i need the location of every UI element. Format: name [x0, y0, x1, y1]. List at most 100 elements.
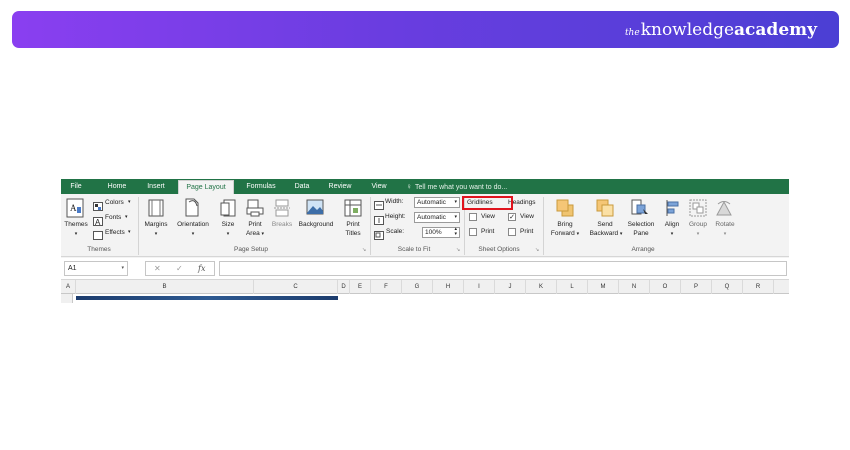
height-label: Height: [385, 213, 406, 220]
print-area-label-2[interactable]: Area ▾ [241, 230, 269, 238]
tab-review[interactable]: Review [323, 179, 357, 194]
gridlines-view-checkbox[interactable] [469, 213, 477, 221]
group-label-sheet-options: Sheet Options [478, 246, 520, 253]
colors-button[interactable]: Colors [105, 199, 124, 207]
height-select[interactable]: Automatic ▾ [414, 212, 460, 223]
size-icon[interactable] [220, 199, 236, 222]
column-header-f[interactable]: F [371, 280, 402, 294]
column-header-q[interactable]: Q [712, 280, 743, 294]
print-titles-icon[interactable] [344, 199, 362, 222]
size-dropdown-icon[interactable]: ▾ [217, 230, 239, 238]
rotate-button[interactable]: Rotate [711, 221, 739, 229]
scale-stepper[interactable]: 100% ▴ ▾ [422, 227, 460, 238]
column-header-l[interactable]: L [557, 280, 588, 294]
orientation-button[interactable]: Orientation [173, 221, 213, 229]
margins-button[interactable]: Margins [141, 221, 171, 229]
send-backward-label-2[interactable]: Backward ▾ [584, 230, 628, 238]
gridlines-print-label: Print [481, 228, 495, 235]
margins-icon[interactable] [148, 199, 164, 222]
headings-view-label: View [520, 213, 534, 220]
formula-input[interactable] [219, 261, 787, 276]
insert-function-icon[interactable]: fx [198, 262, 205, 275]
breaks-icon[interactable] [274, 199, 290, 222]
tab-home[interactable]: Home [99, 179, 135, 194]
height-select-value: Automatic [417, 214, 446, 221]
colors-dropdown-icon[interactable]: ▾ [128, 198, 131, 206]
bring-forward-label-1[interactable]: Bring [548, 221, 582, 229]
gridlines-print-checkbox[interactable] [469, 228, 477, 236]
column-header-i[interactable]: I [464, 280, 495, 294]
breaks-button[interactable]: Breaks [269, 221, 295, 229]
group-button[interactable]: Group [685, 221, 711, 229]
column-header-e[interactable]: E [350, 280, 371, 294]
name-box[interactable]: A1 ▾ [64, 261, 128, 276]
column-header-h[interactable]: H [433, 280, 464, 294]
print-area-icon[interactable] [246, 199, 264, 222]
align-button[interactable]: Align [660, 221, 684, 229]
tab-formulas[interactable]: Formulas [241, 179, 281, 194]
group-dropdown-icon[interactable]: ▾ [685, 230, 711, 238]
tell-me-search[interactable]: ♀ Tell me what you want to do... [406, 179, 507, 194]
themes-icon[interactable]: A [66, 198, 84, 223]
scale-stepper-value: 100% [425, 229, 442, 236]
bring-forward-icon[interactable] [556, 199, 574, 222]
rotate-dropdown-icon[interactable]: ▾ [711, 230, 739, 238]
margins-dropdown-icon[interactable]: ▾ [141, 230, 171, 238]
width-select[interactable]: Automatic ▾ [414, 197, 460, 208]
effects-dropdown-icon[interactable]: ▾ [128, 228, 131, 236]
column-header-k[interactable]: K [526, 280, 557, 294]
tab-page-layout[interactable]: Page Layout [178, 180, 234, 194]
column-header-o[interactable]: O [650, 280, 681, 294]
sheet-options-launcher-icon[interactable]: ↘ [535, 247, 539, 253]
effects-icon [93, 227, 103, 245]
align-icon[interactable] [665, 199, 681, 222]
scale-label: Scale: [386, 228, 405, 235]
scale-launcher-icon[interactable]: ↘ [456, 247, 460, 253]
column-header-a[interactable]: A [61, 280, 76, 294]
column-header-j[interactable]: J [495, 280, 526, 294]
headings-print-checkbox[interactable] [508, 228, 516, 236]
tab-file[interactable]: File [61, 179, 91, 194]
row-header[interactable] [61, 294, 73, 303]
ribbon-separator [370, 197, 371, 255]
tab-insert[interactable]: Insert [141, 179, 171, 194]
column-header-m[interactable]: M [588, 280, 619, 294]
column-header-d[interactable]: D [338, 280, 350, 294]
rotate-icon[interactable] [715, 199, 733, 222]
page-setup-launcher-icon[interactable]: ↘ [362, 247, 366, 253]
tab-data[interactable]: Data [289, 179, 315, 194]
effects-button[interactable]: Effects [105, 229, 125, 237]
fonts-button[interactable]: Fonts [105, 214, 121, 222]
orientation-dropdown-icon[interactable]: ▾ [173, 230, 213, 238]
headings-view-checkbox[interactable]: ✓ [508, 213, 516, 221]
themes-button-label[interactable]: Themes [62, 221, 90, 229]
column-header-p[interactable]: P [681, 280, 712, 294]
group-icon[interactable] [689, 199, 707, 222]
selection-pane-label-2[interactable]: Pane [623, 230, 659, 238]
embedded-image[interactable] [76, 296, 338, 300]
background-icon[interactable] [306, 199, 324, 220]
send-backward-label-1[interactable]: Send [588, 221, 622, 229]
column-header-n[interactable]: N [619, 280, 650, 294]
size-button[interactable]: Size [217, 221, 239, 229]
themes-dropdown-icon[interactable]: ▾ [62, 230, 90, 238]
print-titles-label-1[interactable]: Print [340, 221, 366, 229]
background-button[interactable]: Background [295, 221, 337, 229]
column-header-r[interactable]: R [743, 280, 774, 294]
column-header-g[interactable]: G [402, 280, 433, 294]
cancel-icon[interactable]: ✕ [154, 262, 161, 275]
print-area-label-1[interactable]: Print [241, 221, 269, 229]
tab-view[interactable]: View [365, 179, 393, 194]
send-backward-icon[interactable] [596, 199, 614, 222]
worksheet-area[interactable] [61, 294, 789, 303]
bring-forward-label-2[interactable]: Forward ▾ [545, 230, 585, 238]
enter-icon[interactable]: ✓ [176, 262, 183, 275]
orientation-icon[interactable] [183, 198, 201, 222]
print-titles-label-2[interactable]: Titles [340, 230, 366, 238]
selection-pane-label-1[interactable]: Selection [623, 221, 659, 229]
fonts-dropdown-icon[interactable]: ▾ [125, 213, 128, 221]
column-header-b[interactable]: B [76, 280, 254, 294]
column-header-c[interactable]: C [254, 280, 338, 294]
align-dropdown-icon[interactable]: ▾ [660, 230, 684, 238]
selection-pane-icon[interactable] [631, 199, 649, 222]
